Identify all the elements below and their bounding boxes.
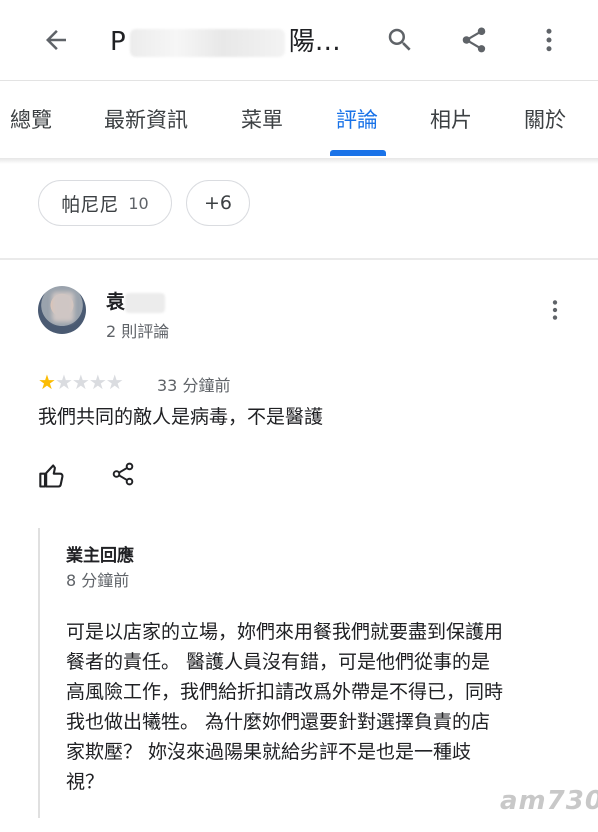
back-arrow-icon[interactable] xyxy=(34,18,78,62)
owner-reply-bar xyxy=(38,528,40,818)
owner-reply-title: 業主回應 xyxy=(66,546,134,566)
star-empty-icon: ★ xyxy=(54,370,73,394)
tab-menu[interactable]: 菜單 xyxy=(241,104,283,134)
owner-reply-time: 8 分鐘前 xyxy=(66,571,130,590)
review-time: 33 分鐘前 xyxy=(157,376,231,395)
search-icon[interactable] xyxy=(378,18,422,62)
star-empty-icon: ★ xyxy=(71,370,90,394)
star-filled-icon: ★ xyxy=(38,370,56,394)
owner-reply-line: 餐者的責任。 醫護人員沒有錯，可是他們從事的是 xyxy=(66,651,491,673)
watermark-logo: am730 xyxy=(500,786,598,816)
tab-latest-news[interactable]: 最新資訊 xyxy=(104,104,188,134)
owner-reply-line: 高風險工作，我們給折扣請改爲外帶是不得已，同時 xyxy=(66,681,504,703)
review-text: 我們共同的敵人是病毒，不是醫護 xyxy=(38,406,324,428)
app-bar: P 陽… xyxy=(0,0,598,80)
filter-chip-more[interactable]: +6 xyxy=(186,180,250,226)
filter-chip-more-label: +6 xyxy=(203,192,232,214)
reviewer-name[interactable]: 袁 xyxy=(106,287,166,314)
page-title-prefix: P xyxy=(110,27,126,57)
star-empty-icon: ★ xyxy=(105,370,124,394)
owner-reply-line: 家欺壓？ 妳沒來過陽果就給劣評不是也是一種歧 xyxy=(66,741,472,763)
active-tab-indicator xyxy=(330,150,386,156)
star-rating: ★★★★★ xyxy=(38,370,124,394)
owner-reply-text: 可是以店家的立場，妳們來用餐我們就要盡到保護用 餐者的責任。 醫護人員沒有錯，可… xyxy=(66,617,566,797)
redacted-name-blur xyxy=(125,292,166,313)
page-title: P 陽… xyxy=(110,22,341,62)
tab-overview[interactable]: 總覽 xyxy=(10,104,52,134)
owner-reply-line: 可是以店家的立場，妳們來用餐我們就要盡到保護用 xyxy=(66,621,504,643)
tab-bar: 總覽 最新資訊 菜單 評論 相片 關於 xyxy=(0,82,598,158)
reviewer-review-count: 2 則評論 xyxy=(106,322,170,341)
avatar-blur xyxy=(52,292,74,322)
star-empty-icon: ★ xyxy=(88,370,107,394)
filter-chip-panini[interactable]: 帕尼尼 10 xyxy=(38,180,172,226)
appbar-divider xyxy=(0,80,598,81)
thumbs-up-icon[interactable] xyxy=(36,460,68,492)
share-icon[interactable] xyxy=(452,18,496,62)
avatar[interactable] xyxy=(38,286,86,334)
redacted-title-blur xyxy=(129,28,285,57)
filter-chip-count: 10 xyxy=(128,193,149,213)
more-vert-icon[interactable] xyxy=(527,18,571,62)
tab-photos[interactable]: 相片 xyxy=(430,104,472,134)
tab-about[interactable]: 關於 xyxy=(524,104,566,134)
tabs-shadow xyxy=(0,158,598,164)
review-more-icon[interactable] xyxy=(540,294,570,326)
owner-reply-line: 我也做出犧牲。 為什麼妳們還要針對選擇負責的店 xyxy=(66,711,491,733)
filter-chip-label: 帕尼尼 xyxy=(61,193,119,216)
owner-reply-line: 視？ xyxy=(66,771,105,793)
share-review-icon[interactable] xyxy=(107,458,139,490)
section-divider xyxy=(0,258,598,260)
page-title-suffix: 陽… xyxy=(288,27,341,57)
tab-reviews[interactable]: 評論 xyxy=(336,104,378,134)
reviewer-name-text: 袁 xyxy=(106,291,126,313)
